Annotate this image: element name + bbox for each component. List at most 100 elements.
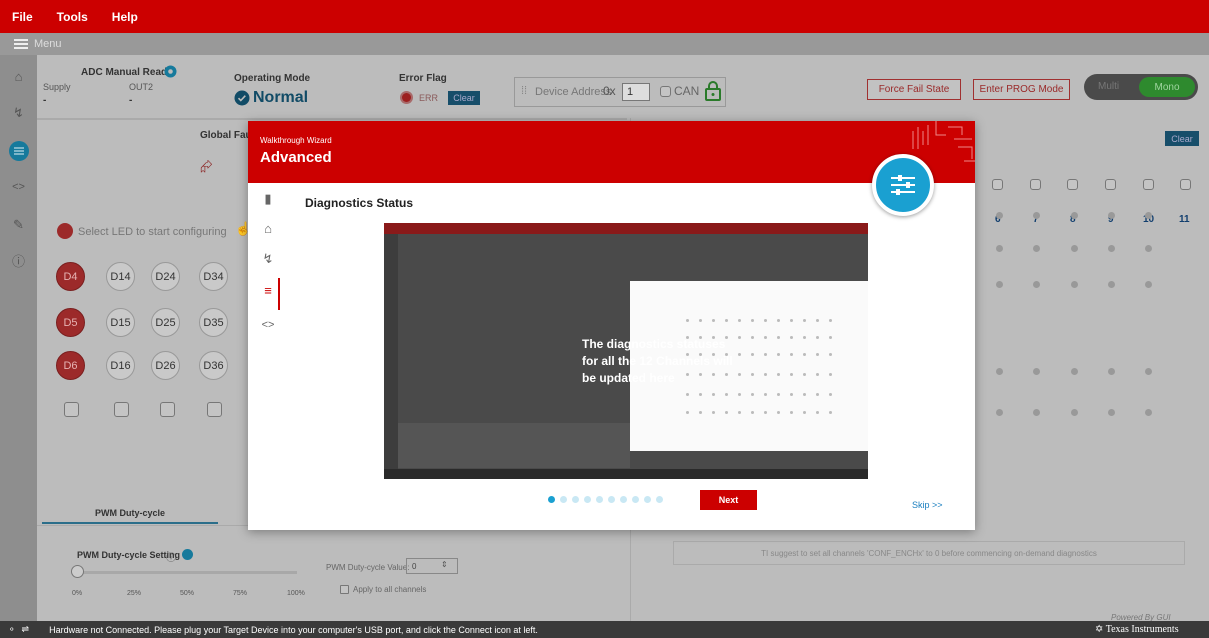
menu-file[interactable]: File [12, 10, 33, 24]
ondemand-note: TI suggest to set all channels 'CONF_ENC… [673, 541, 1185, 565]
pencil-icon[interactable]: ✎ [0, 217, 37, 233]
help-icon[interactable]: ⓘ [0, 251, 37, 270]
led-d34[interactable]: D34 [199, 262, 228, 291]
diag-checkbox[interactable] [992, 179, 1003, 190]
can-label: CAN [674, 84, 700, 98]
left-nav-rail: ⌂ ↯ <> ✎ ⓘ [0, 55, 37, 621]
can-checkbox[interactable] [660, 86, 671, 97]
status-dot [1145, 409, 1152, 416]
page-dot[interactable] [632, 496, 639, 503]
page-dot[interactable] [584, 496, 591, 503]
menu-tools[interactable]: Tools [57, 10, 88, 24]
preview-dot [803, 373, 806, 376]
page-dot[interactable] [620, 496, 627, 503]
led-checkbox[interactable] [160, 402, 175, 417]
faults-clear-button[interactable]: Clear [1165, 131, 1199, 146]
chip-icon[interactable]: ▮ [258, 191, 278, 207]
enter-prog-mode-button[interactable]: Enter PROG Mode [973, 79, 1070, 100]
code-icon[interactable]: <> [258, 319, 278, 331]
led-checkbox[interactable] [114, 402, 129, 417]
sliders-icon[interactable] [0, 141, 37, 164]
led-d16[interactable]: D16 [106, 351, 135, 380]
preview-dot [712, 393, 715, 396]
force-fail-state-button[interactable]: Force Fail State [867, 79, 961, 100]
preview-dot [816, 373, 819, 376]
status-dot [996, 409, 1003, 416]
info-icon[interactable]: ⓘ [166, 549, 176, 564]
pwm-slider-handle[interactable] [71, 565, 84, 578]
apply-all-checkbox[interactable] [340, 585, 349, 594]
diag-checkbox[interactable] [1143, 179, 1154, 190]
next-button[interactable]: Next [700, 490, 757, 510]
diag-checkbox[interactable] [1105, 179, 1116, 190]
hamburger-icon [14, 39, 28, 49]
page-dot[interactable] [596, 496, 603, 503]
skip-link[interactable]: Skip >> [912, 500, 943, 510]
led-d36[interactable]: D36 [199, 351, 228, 380]
connect-plug-icon[interactable]: ⚬ [8, 624, 16, 635]
preview-dot [764, 336, 767, 339]
led-checkbox[interactable] [207, 402, 222, 417]
diag-checkbox[interactable] [1180, 179, 1191, 190]
gear-icon[interactable] [164, 65, 177, 81]
led-d35[interactable]: D35 [199, 308, 228, 337]
preview-dot [790, 319, 793, 322]
preview-dot [764, 319, 767, 322]
mode-toggle[interactable]: Multi Mono [1084, 74, 1198, 100]
page-dot[interactable] [560, 496, 567, 503]
preview-dot [790, 373, 793, 376]
preview-dot [816, 411, 819, 414]
out-label: OUT2 [129, 82, 154, 92]
drag-handle-icon[interactable]: ⁞⁞ [521, 85, 527, 97]
status-dot [1033, 409, 1040, 416]
lock-icon[interactable] [704, 80, 722, 105]
preview-dot [699, 319, 702, 322]
led-d4[interactable]: D4 [56, 262, 85, 291]
status-dot [1033, 368, 1040, 375]
home-icon[interactable]: ⌂ [258, 221, 278, 236]
pwm-tick: 0% [72, 590, 83, 597]
page-dot[interactable] [656, 496, 663, 503]
lightning-icon[interactable]: ↯ [0, 105, 37, 121]
pwm-slider-track[interactable] [77, 571, 297, 574]
led-d15[interactable]: D15 [106, 308, 135, 337]
home-icon[interactable]: ⌂ [0, 69, 37, 84]
pwm-value-label: PWM Duty-cycle Value: [326, 563, 410, 572]
led-d5[interactable]: D5 [56, 308, 85, 337]
diag-checkbox[interactable] [1067, 179, 1078, 190]
active-indicator [278, 278, 280, 310]
tab-pwm-duty-cycle[interactable]: PWM Duty-cycle [42, 498, 218, 524]
operating-mode-value: Normal [253, 89, 309, 106]
status-dot [1145, 245, 1152, 252]
pwm-value-input[interactable]: 0 [406, 558, 458, 574]
lightning-icon[interactable]: ↯ [258, 251, 278, 267]
led-d25[interactable]: D25 [151, 308, 180, 337]
led-checkbox[interactable] [64, 402, 79, 417]
led-d24[interactable]: D24 [151, 262, 180, 291]
preview-dot [777, 336, 780, 339]
settings-icon[interactable] [182, 549, 193, 560]
led-d6[interactable]: D6 [56, 351, 85, 380]
preview-dot [764, 353, 767, 356]
preview-menubar [384, 223, 868, 234]
error-clear-button[interactable]: Clear [448, 91, 480, 105]
led-d26[interactable]: D26 [151, 351, 180, 380]
wizard-title: Advanced [260, 149, 332, 166]
status-dot [1071, 368, 1078, 375]
stepper-icon[interactable]: ⇕ [441, 560, 448, 569]
sliders-icon[interactable]: ≡ [258, 283, 278, 298]
device-address-input[interactable]: 1 [622, 83, 650, 101]
menu-help[interactable]: Help [112, 10, 138, 24]
page-dot[interactable] [548, 496, 555, 503]
diag-checkbox[interactable] [1030, 179, 1041, 190]
page-dot[interactable] [572, 496, 579, 503]
code-icon[interactable]: <> [0, 181, 37, 193]
led-d14[interactable]: D14 [106, 262, 135, 291]
page-dot[interactable] [608, 496, 615, 503]
status-dot [1108, 368, 1115, 375]
menu-toggle[interactable]: Menu [0, 33, 1209, 55]
page-dot[interactable] [644, 496, 651, 503]
connect-icon[interactable]: ⇌ [22, 624, 30, 635]
status-dot [1108, 245, 1115, 252]
divider [37, 118, 627, 120]
